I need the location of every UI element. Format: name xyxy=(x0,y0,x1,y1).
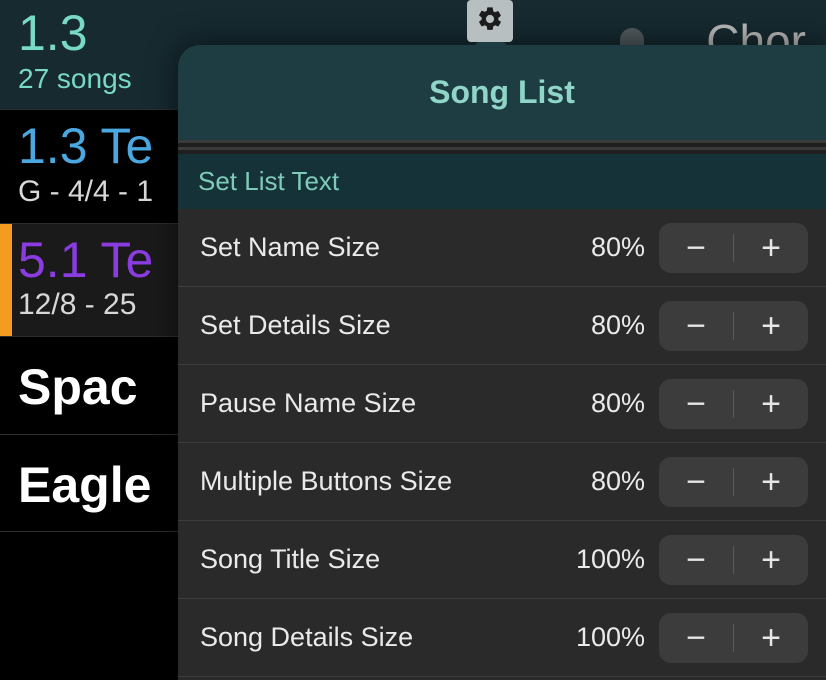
decrement-button[interactable]: − xyxy=(659,535,733,585)
setting-row-set-name-size: Set Name Size 80% − + xyxy=(178,209,826,287)
setting-label: Song Title Size xyxy=(200,544,541,575)
setting-value: 100% xyxy=(555,622,645,653)
popover-header: Song List xyxy=(178,45,826,140)
setting-row-song-details-size: Song Details Size 100% − + xyxy=(178,599,826,677)
section-header: Set List Text xyxy=(178,154,826,209)
setting-label: Song Details Size xyxy=(200,622,541,653)
stepper: − + xyxy=(659,223,808,273)
setting-value: 80% xyxy=(555,310,645,341)
stepper: − + xyxy=(659,613,808,663)
stepper: − + xyxy=(659,535,808,585)
setting-row-multiple-buttons-size: Multiple Buttons Size 80% − + xyxy=(178,443,826,521)
setting-label: Pause Name Size xyxy=(200,388,541,419)
increment-button[interactable]: + xyxy=(734,457,808,507)
song-list-settings-popover: Song List Set List Text Set Name Size 80… xyxy=(178,45,826,680)
decrement-button[interactable]: − xyxy=(659,301,733,351)
setting-label: Set Details Size xyxy=(200,310,541,341)
setting-row-pause-name-size: Pause Name Size 80% − + xyxy=(178,365,826,443)
increment-button[interactable]: + xyxy=(734,379,808,429)
setting-label: Multiple Buttons Size xyxy=(200,466,541,497)
gear-icon xyxy=(476,5,504,38)
increment-button[interactable]: + xyxy=(734,535,808,585)
setting-row-set-details-size: Set Details Size 80% − + xyxy=(178,287,826,365)
setting-value: 100% xyxy=(555,544,645,575)
decrement-button[interactable]: − xyxy=(659,223,733,273)
settings-rows: Set Name Size 80% − + Set Details Size 8… xyxy=(178,209,826,680)
setting-value: 80% xyxy=(555,232,645,263)
decrement-button[interactable]: − xyxy=(659,613,733,663)
decrement-button[interactable]: − xyxy=(659,457,733,507)
increment-button[interactable]: + xyxy=(734,301,808,351)
setting-row-song-title-size: Song Title Size 100% − + xyxy=(178,521,826,599)
stepper: − + xyxy=(659,379,808,429)
stepper: − + xyxy=(659,457,808,507)
increment-button[interactable]: + xyxy=(734,613,808,663)
decrement-button[interactable]: − xyxy=(659,379,733,429)
setting-value: 80% xyxy=(555,388,645,419)
setting-label: Set Name Size xyxy=(200,232,541,263)
stepper: − + xyxy=(659,301,808,351)
popover-title: Song List xyxy=(429,74,575,111)
section-divider xyxy=(178,140,826,154)
setting-value: 80% xyxy=(555,466,645,497)
settings-button[interactable] xyxy=(467,0,513,42)
increment-button[interactable]: + xyxy=(734,223,808,273)
